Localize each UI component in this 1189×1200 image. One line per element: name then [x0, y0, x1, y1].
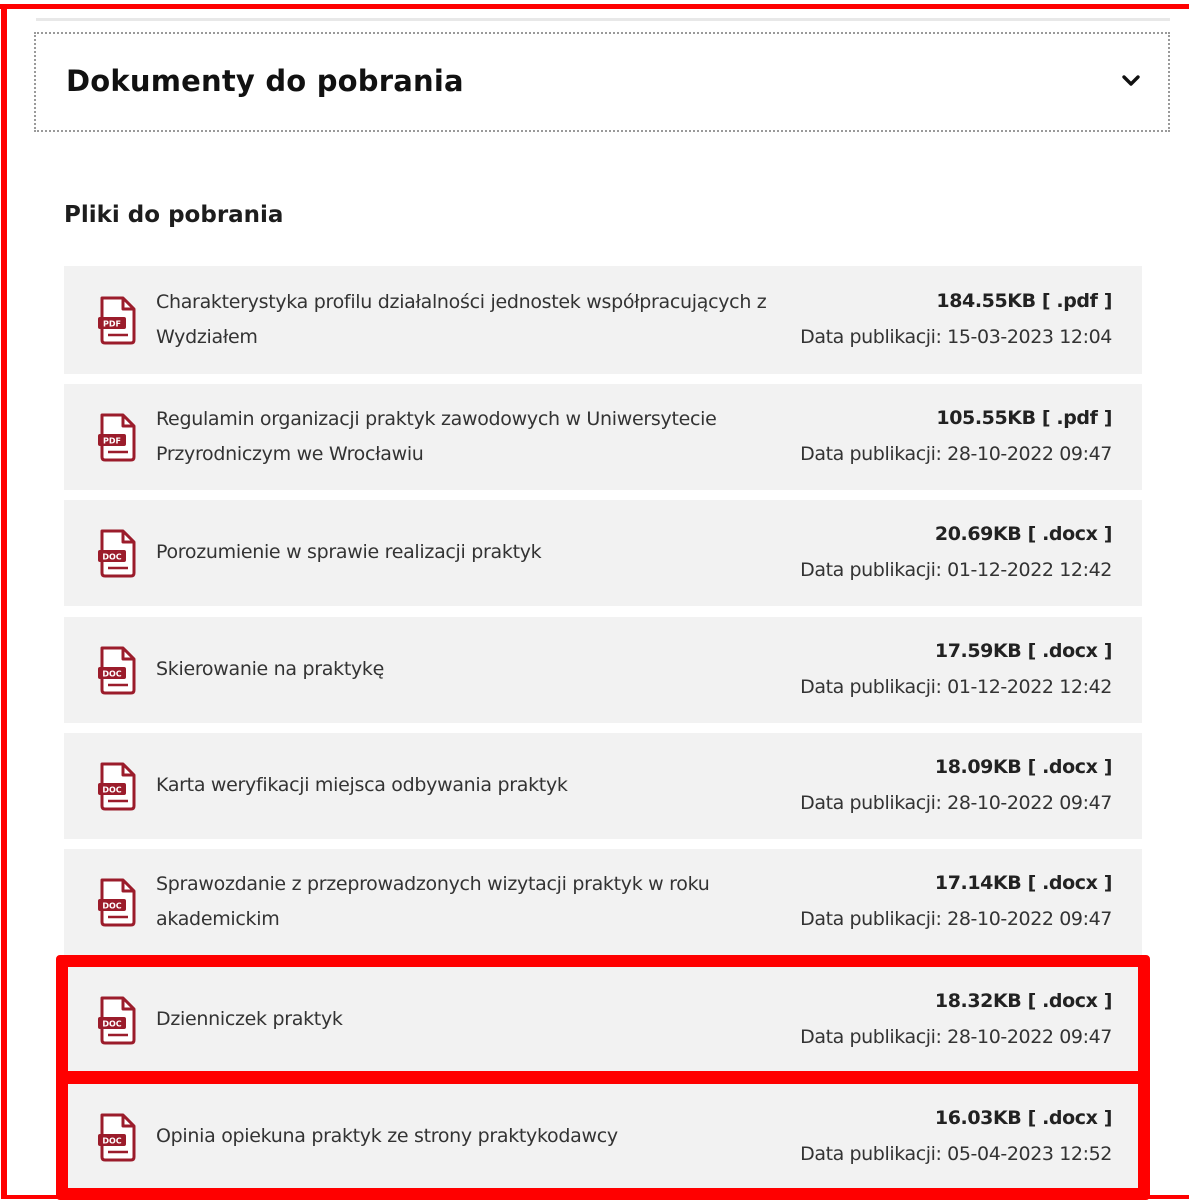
file-name[interactable]: Karta weryfikacji miejsca odbywania prak…: [156, 768, 796, 803]
file-name-line: Wydziałem: [156, 326, 258, 348]
svg-text:DOC: DOC: [102, 553, 121, 562]
file-row-4[interactable]: DOC Skierowanie na praktykę 17.59KB [ .d…: [64, 617, 1142, 723]
file-row-1[interactable]: PDF Charakterystyka profilu działalności…: [64, 266, 1142, 374]
file-size: 17.14KB [ .docx ]: [934, 872, 1113, 894]
file-name-line: Charakterystyka profilu działalności jed…: [156, 291, 767, 313]
svg-text:DOC: DOC: [102, 902, 121, 911]
file-size: 16.03KB [ .docx ]: [934, 1107, 1113, 1129]
red-frame-bottom: [1, 1195, 1189, 1199]
doc-file-icon: DOC: [98, 646, 136, 695]
svg-text:DOC: DOC: [102, 1020, 121, 1029]
file-name[interactable]: Sprawozdanie z przeprowadzonych wizytacj…: [156, 867, 796, 937]
documents-accordion-header[interactable]: Dokumenty do pobrania: [34, 32, 1170, 132]
red-frame-left: [1, 4, 7, 1199]
file-size: 20.69KB [ .docx ]: [934, 523, 1113, 545]
file-size: 18.09KB [ .docx ]: [934, 756, 1113, 778]
publication-date: Data publikacji: 28-10-2022 09:47: [800, 1026, 1112, 1048]
doc-file-icon: DOC: [98, 996, 136, 1045]
file-name[interactable]: Dzienniczek praktyk: [156, 1002, 796, 1037]
file-name[interactable]: Porozumienie w sprawie realizacji prakty…: [156, 535, 796, 570]
file-row-8[interactable]: DOC Opinia opiekuna praktyk ze strony pr…: [64, 1084, 1142, 1190]
chevron-down-icon[interactable]: [1120, 70, 1142, 92]
svg-text:PDF: PDF: [103, 320, 121, 329]
publication-date: Data publikacji: 28-10-2022 09:47: [800, 792, 1112, 814]
screenshot-frame: Dokumenty do pobrania Pliki do pobrania …: [0, 0, 1189, 1200]
file-row-6[interactable]: DOC Sprawozdanie z przeprowadzonych wizy…: [64, 849, 1142, 955]
file-size: 105.55KB [ .pdf ]: [936, 407, 1112, 429]
file-row-7[interactable]: DOC Dzienniczek praktyk 18.32KB [ .docx …: [64, 967, 1142, 1073]
file-name-line: Przyrodniczym we Wrocławiu: [156, 443, 424, 465]
file-name-line: Porozumienie w sprawie realizacji prakty…: [156, 541, 542, 563]
file-name[interactable]: Charakterystyka profilu działalności jed…: [156, 285, 796, 355]
file-name-line: Karta weryfikacji miejsca odbywania prak…: [156, 774, 568, 796]
file-row-3[interactable]: DOC Porozumienie w sprawie realizacji pr…: [64, 500, 1142, 606]
file-name-line: Opinia opiekuna praktyk ze strony prakty…: [156, 1125, 618, 1147]
publication-date: Data publikacji: 28-10-2022 09:47: [800, 908, 1112, 930]
publication-date: Data publikacji: 05-04-2023 12:52: [800, 1143, 1112, 1165]
doc-file-icon: DOC: [98, 762, 136, 811]
file-name-line: Regulamin organizacji praktyk zawodowych…: [156, 408, 717, 430]
publication-date: Data publikacji: 01-12-2022 12:42: [800, 676, 1112, 698]
file-name-line: akademickim: [156, 908, 280, 930]
svg-text:PDF: PDF: [103, 437, 121, 446]
file-name-line: Sprawozdanie z przeprowadzonych wizytacj…: [156, 873, 710, 895]
doc-file-icon: DOC: [98, 878, 136, 927]
file-size: 18.32KB [ .docx ]: [934, 990, 1113, 1012]
svg-text:DOC: DOC: [102, 1137, 121, 1146]
file-row-5[interactable]: DOC Karta weryfikacji miejsca odbywania …: [64, 733, 1142, 839]
pdf-file-icon: PDF: [98, 413, 136, 462]
svg-text:DOC: DOC: [102, 786, 121, 795]
file-name[interactable]: Opinia opiekuna praktyk ze strony prakty…: [156, 1119, 796, 1154]
publication-date: Data publikacji: 28-10-2022 09:47: [800, 443, 1112, 465]
pdf-file-icon: PDF: [98, 296, 136, 345]
doc-file-icon: DOC: [98, 529, 136, 578]
file-row-2[interactable]: PDF Regulamin organizacji praktyk zawodo…: [64, 384, 1142, 490]
file-name[interactable]: Skierowanie na praktykę: [156, 652, 796, 687]
top-divider: [36, 18, 1170, 21]
doc-file-icon: DOC: [98, 1113, 136, 1162]
red-frame-top: [0, 4, 1189, 9]
file-size: 184.55KB [ .pdf ]: [936, 290, 1112, 312]
section-title: Pliki do pobrania: [64, 202, 284, 228]
file-size: 17.59KB [ .docx ]: [934, 640, 1113, 662]
accordion-title: Dokumenty do pobrania: [66, 64, 464, 98]
publication-date: Data publikacji: 15-03-2023 12:04: [800, 326, 1112, 348]
file-name-line: Dzienniczek praktyk: [156, 1008, 343, 1030]
file-name[interactable]: Regulamin organizacji praktyk zawodowych…: [156, 402, 796, 472]
svg-text:DOC: DOC: [102, 670, 121, 679]
publication-date: Data publikacji: 01-12-2022 12:42: [800, 559, 1112, 581]
file-name-line: Skierowanie na praktykę: [156, 658, 385, 680]
